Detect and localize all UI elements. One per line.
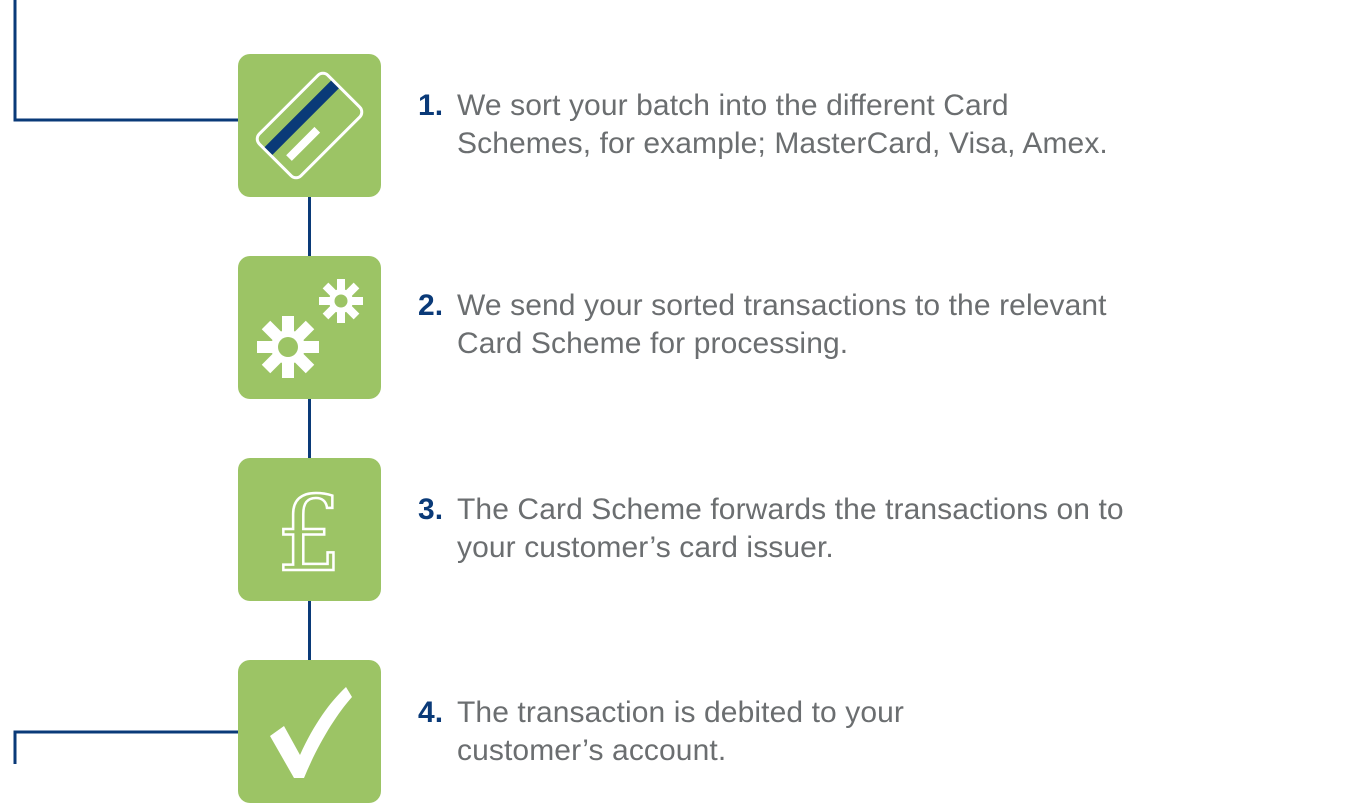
step-description: The Card Scheme forwards the transaction… [457,491,1124,567]
step-description-line: Schemes, for example; MasterCard, Visa, … [457,127,1108,160]
step-description-line: The Card Scheme forwards the transaction… [457,493,1124,526]
step-description-line: your customer’s card issuer. [457,531,834,564]
step-description-line: Card Scheme for processing. [457,327,849,360]
outgoing-connector-line [13,730,238,764]
gears-icon [257,279,363,378]
step-number: 1. [418,89,444,122]
step-1-icon-tile [238,54,381,197]
step-3-icon-tile: £ [238,458,381,601]
incoming-connector-line [13,0,238,122]
step-description-line: The transaction is debited to your [457,696,904,729]
step-description: We sort your batch into the different Ca… [457,87,1108,163]
step-description-line: We send your sorted transactions to the … [457,289,1107,322]
step-description: The transaction is debited to your custo… [457,694,904,770]
step-4: 4. The transaction is debited to your cu… [418,694,1238,770]
step-description: We send your sorted transactions to the … [457,287,1107,363]
step-1: 1. We sort your batch into the different… [418,87,1238,163]
step-4-icon-tile [238,660,381,803]
step-description-line: We sort your batch into the different Ca… [457,89,1009,122]
step-description-line: customer’s account. [457,734,727,767]
step-3: 3. The Card Scheme forwards the transact… [418,491,1238,567]
step-number: 4. [418,696,444,729]
step-2: 2. We send your sorted transactions to t… [418,287,1238,363]
step-number: 2. [418,289,444,322]
step-2-icon-tile [238,256,381,399]
svg-text:£: £ [276,473,342,595]
step-number: 3. [418,493,444,526]
pound-icon: £ [275,472,344,597]
credit-card-icon [255,71,364,180]
checkmark-icon [270,687,352,778]
